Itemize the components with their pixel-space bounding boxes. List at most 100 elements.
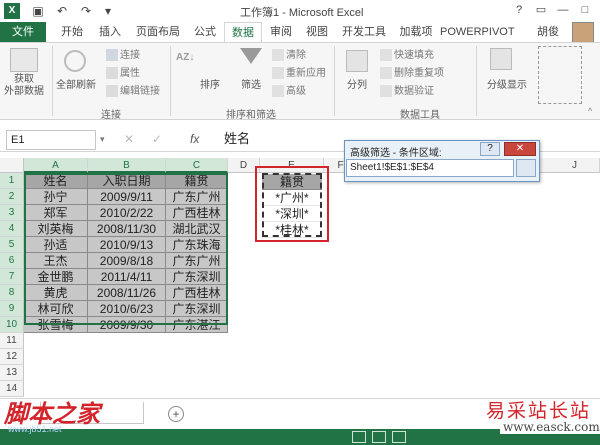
tab-powerpivot[interactable]: POWERPIVOT <box>440 22 515 42</box>
name-box-dropdown-icon[interactable]: ▾ <box>100 134 105 145</box>
enter-icon[interactable]: ✓ <box>152 132 162 146</box>
column-header-b[interactable]: B <box>88 158 166 173</box>
table-cell[interactable]: 广东深圳 <box>166 269 228 285</box>
table-cell[interactable]: 广西桂林 <box>166 285 228 301</box>
table-cell[interactable]: 广东广州 <box>166 189 228 205</box>
sort-az-icon[interactable]: AZ↓ <box>176 50 194 66</box>
row-header-11[interactable]: 11 <box>0 333 24 349</box>
table-cell[interactable]: 张雪梅 <box>24 317 88 333</box>
criteria-cell[interactable]: *深圳* <box>262 206 322 222</box>
select-all-corner[interactable] <box>0 158 24 173</box>
table-cell[interactable]: 广西桂林 <box>166 205 228 221</box>
column-header-a[interactable]: A <box>24 158 88 173</box>
add-sheet-icon[interactable]: + <box>168 406 184 422</box>
formula-input[interactable]: 姓名 <box>224 130 250 148</box>
column-header-d[interactable]: D <box>228 158 260 173</box>
cancel-icon[interactable]: ✕ <box>124 132 134 146</box>
column-header-e[interactable]: E <box>260 158 324 173</box>
table-cell[interactable]: 广东广州 <box>166 253 228 269</box>
table-cell[interactable]: 孙宁 <box>24 189 88 205</box>
row-header-2[interactable]: 2 <box>0 189 24 205</box>
undo-icon[interactable]: ↶ <box>54 3 70 19</box>
tab-data[interactable]: 数据 <box>224 22 262 42</box>
refresh-all-button[interactable]: 全部刷新 <box>56 76 96 91</box>
table-cell[interactable]: 2009/8/18 <box>88 253 166 269</box>
connections-button[interactable]: 连接 <box>106 48 140 64</box>
range-picker-icon[interactable] <box>516 159 536 177</box>
filter-button[interactable]: 筛选 <box>236 76 266 91</box>
tab-developer[interactable]: 开发工具 <box>336 22 392 42</box>
table-cell[interactable]: 湖北武汉 <box>166 221 228 237</box>
reapply-button[interactable]: 重新应用 <box>272 66 326 82</box>
table-cell[interactable]: 刘英梅 <box>24 221 88 237</box>
table-cell[interactable]: 林可欣 <box>24 301 88 317</box>
collapse-ribbon-icon[interactable]: ^ <box>588 106 592 116</box>
name-box[interactable]: E1 <box>6 130 96 150</box>
customize-qat-icon[interactable]: ▾ <box>100 3 116 19</box>
table-cell[interactable]: 郑军 <box>24 205 88 221</box>
row-header-7[interactable]: 7 <box>0 269 24 285</box>
criteria-header[interactable]: 籍贯 <box>262 174 322 190</box>
page-break-view-icon[interactable] <box>392 431 406 443</box>
save-icon[interactable]: ▣ <box>30 3 46 19</box>
row-header-5[interactable]: 5 <box>0 237 24 253</box>
user-name[interactable]: 胡俊 <box>537 22 559 42</box>
help-icon[interactable]: ? <box>508 2 530 18</box>
table-cell[interactable]: 金世鹏 <box>24 269 88 285</box>
row-header-9[interactable]: 9 <box>0 301 24 317</box>
tab-add-ins[interactable]: 加载项 <box>394 22 438 42</box>
ribbon-display-icon[interactable]: ▭ <box>530 2 552 18</box>
table-header-date[interactable]: 入职日期 <box>88 173 166 189</box>
table-cell[interactable]: 2008/11/30 <box>88 221 166 237</box>
page-layout-view-icon[interactable] <box>372 431 386 443</box>
row-header-13[interactable]: 13 <box>0 365 24 381</box>
maximize-icon[interactable]: □ <box>574 2 596 18</box>
row-header-6[interactable]: 6 <box>0 253 24 269</box>
tab-page-layout[interactable]: 页面布局 <box>130 22 186 42</box>
table-cell[interactable]: 2008/11/26 <box>88 285 166 301</box>
avatar[interactable] <box>572 22 594 44</box>
table-cell[interactable]: 2011/4/11 <box>88 269 166 285</box>
get-external-data-button[interactable]: 获取 外部数据 <box>2 74 46 98</box>
column-header-c[interactable]: C <box>166 158 228 173</box>
table-cell[interactable]: 2010/2/22 <box>88 205 166 221</box>
table-cell[interactable]: 王杰 <box>24 253 88 269</box>
advanced-button[interactable]: 高级 <box>272 84 306 100</box>
table-cell[interactable]: 广东深圳 <box>166 301 228 317</box>
table-cell[interactable]: 2010/9/13 <box>88 237 166 253</box>
tab-insert[interactable]: 插入 <box>92 22 128 42</box>
insert-function-icon[interactable]: fx <box>190 132 199 146</box>
table-cell[interactable]: 孙适 <box>24 237 88 253</box>
table-cell[interactable]: 黄虎 <box>24 285 88 301</box>
normal-view-icon[interactable] <box>352 431 366 443</box>
redo-icon[interactable]: ↷ <box>78 3 94 19</box>
table-cell[interactable]: 2009/9/11 <box>88 189 166 205</box>
table-cell[interactable]: 2010/6/23 <box>88 301 166 317</box>
tab-formulas[interactable]: 公式 <box>188 22 222 42</box>
tab-review[interactable]: 审阅 <box>264 22 298 42</box>
row-header-4[interactable]: 4 <box>0 221 24 237</box>
outline-button[interactable]: 分级显示 <box>482 76 532 91</box>
sort-button[interactable]: 排序 <box>196 76 224 91</box>
remove-duplicates-button[interactable]: 删除重复项 <box>380 66 444 82</box>
data-validation-button[interactable]: 数据验证 <box>380 84 434 100</box>
flash-fill-button[interactable]: 快速填充 <box>380 48 434 64</box>
row-header-1[interactable]: 1 <box>0 173 24 189</box>
minimize-icon[interactable]: — <box>552 2 574 18</box>
table-cell[interactable]: 广东湛江 <box>166 317 228 333</box>
table-header-origin[interactable]: 籍贯 <box>166 173 228 189</box>
row-header-10[interactable]: 10 <box>0 317 24 333</box>
properties-button[interactable]: 属性 <box>106 66 140 82</box>
criteria-cell[interactable]: *桂林* <box>262 222 322 238</box>
clear-button[interactable]: 清除 <box>272 48 306 64</box>
dialog-close-button[interactable]: ✕ <box>504 142 536 156</box>
table-header-name[interactable]: 姓名 <box>24 173 88 189</box>
table-cell[interactable]: 2009/9/30 <box>88 317 166 333</box>
tab-home[interactable]: 开始 <box>52 22 92 42</box>
dialog-help-button[interactable]: ? <box>480 142 500 156</box>
table-cell[interactable]: 广东珠海 <box>166 237 228 253</box>
row-header-3[interactable]: 3 <box>0 205 24 221</box>
criteria-range-input[interactable]: Sheet1!$E$1:$E$4 <box>346 159 514 177</box>
edit-links-button[interactable]: 编辑链接 <box>106 84 160 100</box>
tab-view[interactable]: 视图 <box>300 22 334 42</box>
